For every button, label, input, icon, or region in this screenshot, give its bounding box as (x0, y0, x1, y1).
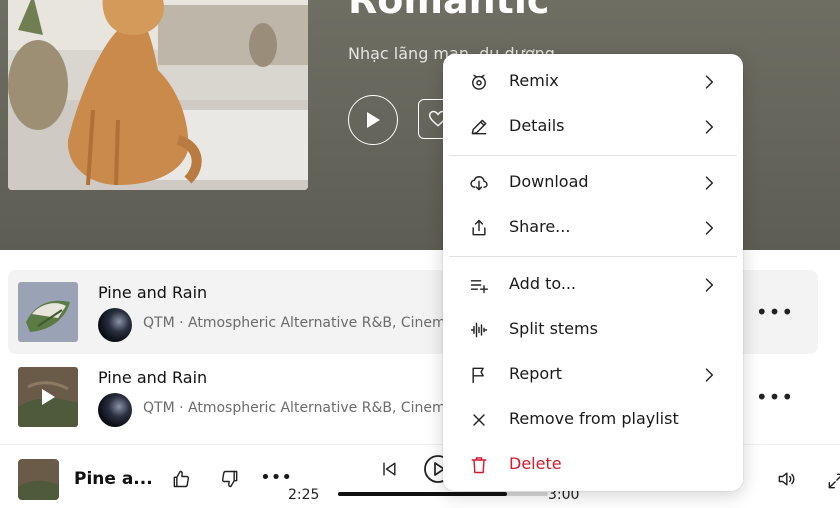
play-icon (42, 389, 55, 405)
chevron-right-icon (699, 173, 719, 193)
menu-item-remove-from-playlist[interactable]: Remove from playlist (443, 399, 743, 441)
menu-item-label: Add to... (509, 274, 577, 293)
track-title[interactable]: Pine and Rain (98, 283, 207, 302)
menu-item-delete[interactable]: Delete (443, 444, 743, 486)
menu-item-label: Delete (509, 454, 562, 473)
flag-icon (468, 364, 490, 386)
like-button[interactable] (167, 465, 195, 493)
close-icon (468, 409, 490, 431)
thumbs-down-icon (221, 470, 238, 488)
menu-item-label: Details (509, 116, 565, 135)
menu-item-label: Share... (509, 217, 571, 236)
menu-item-split-stems[interactable]: Split stems (443, 309, 743, 351)
track-artist-genre: QTM · Atmospheric Alternative R&B, Cinem… (143, 315, 443, 331)
seek-bar[interactable] (338, 492, 548, 496)
artist-avatar[interactable] (98, 393, 132, 427)
menu-item-label: Remove from playlist (509, 409, 679, 428)
add-to-list-icon (468, 274, 490, 296)
context-menu: Remix Details Download Share... Add to..… (443, 54, 743, 491)
menu-item-label: Report (509, 364, 563, 383)
artist-avatar[interactable] (98, 308, 132, 342)
playlist-title: Romantic (348, 0, 550, 22)
play-track-button[interactable] (18, 367, 78, 427)
menu-item-label: Split stems (509, 319, 598, 338)
chevron-right-icon (699, 365, 719, 385)
play-icon (367, 112, 380, 128)
seek-bar-fill (338, 492, 508, 496)
track-artist-genre: QTM · Atmospheric Alternative R&B, Cinem… (143, 400, 443, 416)
expand-button[interactable] (822, 467, 840, 495)
skip-previous-icon (383, 462, 396, 476)
player-more-button[interactable]: ••• (260, 463, 292, 491)
more-options-button[interactable]: ••• (756, 385, 793, 409)
chevron-right-icon (699, 72, 719, 92)
chevron-right-icon (699, 275, 719, 295)
menu-item-share[interactable]: Share... (443, 207, 743, 249)
playlist-cover-image (8, 0, 308, 190)
volume-icon (778, 472, 795, 486)
menu-divider (449, 155, 737, 156)
track-title[interactable]: Pine and Rain (98, 368, 207, 387)
elapsed-time: 2:25 (288, 487, 320, 503)
play-playlist-button[interactable] (348, 95, 398, 145)
menu-item-add-to[interactable]: Add to... (443, 264, 743, 306)
pencil-icon (468, 116, 490, 138)
menu-item-download[interactable]: Download (443, 162, 743, 204)
menu-item-details[interactable]: Details (443, 106, 743, 148)
menu-item-label: Remix (509, 71, 559, 90)
chevron-right-icon (699, 218, 719, 238)
waveform-icon (468, 319, 490, 341)
menu-item-label: Download (509, 172, 589, 191)
chevron-right-icon (699, 117, 719, 137)
menu-item-remix[interactable]: Remix (443, 61, 743, 103)
remix-icon (468, 71, 490, 93)
trash-icon (468, 454, 490, 476)
menu-item-report[interactable]: Report (443, 354, 743, 396)
app-root: Romantic Nhạc lãng mạn, du dương Pine an… (0, 0, 840, 508)
volume-button[interactable] (772, 465, 800, 493)
share-icon (468, 217, 490, 239)
now-playing-thumbnail[interactable] (18, 459, 59, 500)
dislike-button[interactable] (216, 465, 244, 493)
previous-track-button[interactable] (375, 455, 403, 483)
now-playing-title[interactable]: Pine a... (74, 469, 153, 489)
menu-divider (449, 256, 737, 257)
thumbs-up-icon (173, 470, 190, 488)
cloud-download-icon (468, 172, 490, 194)
more-options-button[interactable]: ••• (756, 300, 793, 324)
expand-icon (828, 473, 840, 489)
track-thumbnail[interactable] (18, 282, 78, 342)
track-thumbnail[interactable] (18, 367, 78, 427)
